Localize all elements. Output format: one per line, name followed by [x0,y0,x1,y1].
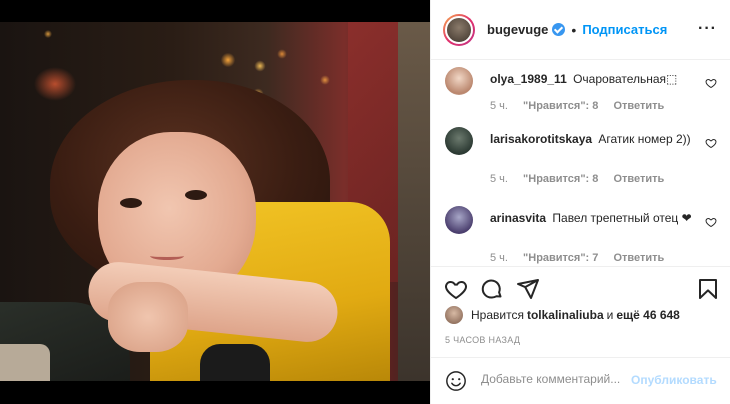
liker-avatar[interactable] [445,306,463,324]
heart-icon[interactable] [444,277,468,301]
comment-username[interactable]: larisakorotitskaya [490,132,592,146]
comment-like-icon[interactable] [705,77,717,89]
commenter-avatar[interactable] [445,206,473,234]
comment-icon[interactable] [480,277,504,301]
likes-prefix: Нравится [471,308,524,322]
comment-text-block: larisakorotitskaya Агатик номер 2)) [490,131,696,148]
photo-hand [108,282,188,352]
comment-text-block: arinasvita Павел трепетный отец ❤ [490,210,696,227]
publish-button[interactable]: Опубликовать [631,373,717,387]
likes-middle: и [606,308,614,322]
header-separator-dot: • [571,21,577,38]
comment-like-icon[interactable] [705,216,717,228]
share-icon[interactable] [516,277,540,301]
author-avatar-image [445,15,473,44]
bookmark-icon[interactable] [696,277,720,301]
add-comment-bar: Опубликовать [431,357,730,404]
likes-summary: Нравится tolkalinaliuba и ещё 46 648 [445,306,683,324]
comment-username[interactable]: olya_1989_11 [490,72,567,86]
comment-text: Павел трепетный отец ❤ [552,211,692,225]
commenter-avatar[interactable] [445,127,473,155]
comment-likes-count[interactable]: "Нравится": 8 [523,100,598,112]
post-actions-bar [431,266,730,308]
author-username[interactable]: bugevuge [487,22,548,37]
post-photo-container [0,0,430,404]
emoji-icon[interactable] [445,370,467,392]
add-comment-input[interactable] [481,372,631,386]
photo-eye-right [185,190,207,200]
comment-likes-count[interactable]: "Нравится": 8 [523,173,598,185]
comment-time: 5 ч. [490,100,508,112]
comment-meta: 5 ч. "Нравится": 8 Ответить [490,100,676,112]
likes-count[interactable]: ещё 46 648 [616,308,680,322]
post-timestamp[interactable]: 5 ЧАСОВ НАЗАД [445,335,520,345]
comment-time: 5 ч. [490,252,508,264]
comment-likes-count[interactable]: "Нравится": 7 [523,252,598,264]
liker-username[interactable]: tolkalinaliuba [527,308,604,322]
comments-list[interactable]: olya_1989_11 Очаровательная⬚ 5 ч. "Нрави… [431,61,730,266]
verified-icon [552,23,566,36]
commenter-avatar[interactable] [445,67,473,95]
comment-text: Агатик номер 2)) [598,132,691,146]
photo-shirt-print [200,344,270,381]
comment-reply-button[interactable]: Ответить [613,173,664,185]
comment-text: Очаровательная⬚ [573,72,678,86]
comment-reply-button[interactable]: Ответить [613,100,664,112]
author-avatar[interactable] [443,13,475,46]
post-photo[interactable] [0,22,430,381]
more-options-icon[interactable]: ··· [698,20,717,38]
photo-mouth [150,252,184,260]
follow-button[interactable]: Подписаться [582,22,667,37]
post-side-panel: bugevuge • Подписаться ··· olya_1989_11 … [430,0,730,404]
photo-background-panel [398,22,430,381]
comment-username[interactable]: arinasvita [490,211,546,225]
photo-eye-left [120,198,142,208]
comment-meta: 5 ч. "Нравится": 7 Ответить [490,252,676,264]
comment-like-icon[interactable] [705,137,717,149]
photo-chair-rim [0,344,50,381]
comment-text-block: olya_1989_11 Очаровательная⬚ [490,71,696,88]
comment-meta: 5 ч. "Нравится": 8 Ответить [490,173,676,185]
comment-time: 5 ч. [490,173,508,185]
post-header: bugevuge • Подписаться ··· [431,0,730,60]
comment-reply-button[interactable]: Ответить [613,252,664,264]
